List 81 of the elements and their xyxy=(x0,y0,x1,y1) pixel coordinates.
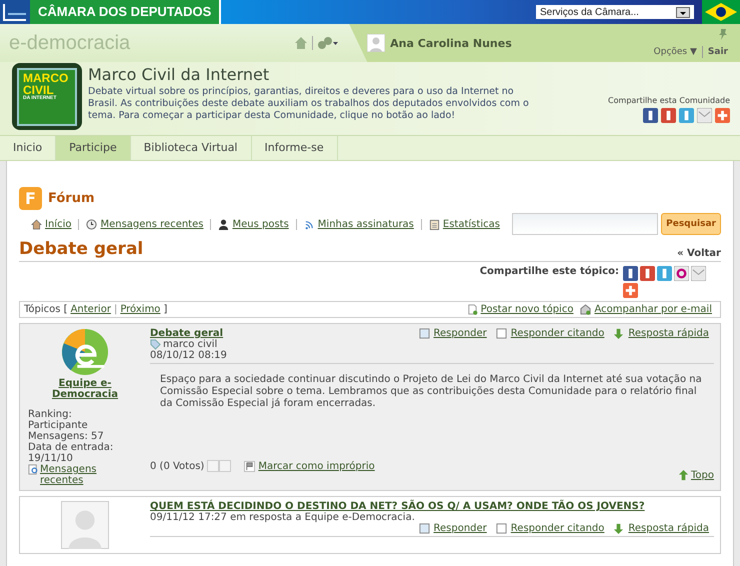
topics-label: Tópicos [ xyxy=(24,304,68,315)
report-link[interactable]: Marcar como impróprio xyxy=(258,460,375,472)
nav-tab[interactable]: Informe-se xyxy=(252,136,338,160)
post-tag: marco civil xyxy=(163,339,218,350)
default-avatar-icon xyxy=(61,501,109,549)
subscribe-link[interactable]: Acompanhar por e-mail xyxy=(594,304,712,315)
post-title[interactable]: QUEM ESTÁ DECIDINDO O DESTINO DA NET? SÃO OS Q/ A USAM? ONDE TÃO OS JOVENS? xyxy=(150,501,645,512)
post-title[interactable]: Debate geral xyxy=(150,328,224,339)
down-arrow-icon xyxy=(613,328,624,339)
share-label: Compartilhe esta Comunidade xyxy=(608,96,730,105)
bracket-text: ] xyxy=(163,304,168,315)
forum-title: Fórum xyxy=(48,191,94,206)
post-action-link[interactable]: Responder citando xyxy=(510,523,604,534)
community-avatar-icon xyxy=(61,328,109,376)
post-action-link[interactable]: Responder citando xyxy=(510,328,604,339)
share-icon[interactable] xyxy=(640,266,655,281)
nav-tab[interactable]: Biblioteca Virtual xyxy=(130,136,252,160)
email-icon[interactable] xyxy=(691,266,706,281)
share-icon[interactable] xyxy=(623,266,638,281)
rss-icon xyxy=(304,218,315,230)
pin-icon[interactable] xyxy=(718,28,728,40)
share-icon[interactable] xyxy=(661,108,676,123)
community-title: Marco Civil da Internet xyxy=(88,65,270,84)
envelope-icon xyxy=(580,304,592,315)
flag-icon xyxy=(244,460,256,472)
new-topic-link[interactable]: Postar novo tópico xyxy=(480,304,574,315)
clipboard-icon xyxy=(428,218,440,230)
user-name[interactable]: Ana Carolina Nunes xyxy=(390,36,654,50)
logo-text: CIVIL xyxy=(23,84,54,96)
forum-nav-link[interactable]: Mensagens recentes xyxy=(100,218,204,230)
search-button[interactable]: Pesquisar xyxy=(661,213,721,235)
home-icon[interactable] xyxy=(294,36,314,50)
search-field[interactable] xyxy=(512,213,658,235)
forum-nav-link[interactable]: Estatísticas xyxy=(442,218,500,230)
post-action-link[interactable]: Resposta rápida xyxy=(628,523,709,534)
quote-icon xyxy=(496,523,507,534)
community-description: Debate virtual sobre os princípios, garantias, direitos e deveres para o uso da Internet no Brasil. As contribuições deste debate auxiliam os trabalhos dos deputados envolvidos com o tema. Para começar a participar desta Comunidade, clique no botão ao lado! xyxy=(88,86,530,122)
person-icon xyxy=(218,218,230,230)
post-action-link[interactable]: Responder xyxy=(434,328,487,339)
camara-logo-icon xyxy=(0,0,30,24)
magnifier-icon xyxy=(28,464,39,475)
down-arrow-icon xyxy=(613,523,624,534)
forum-nav-link[interactable]: Minhas assinaturas xyxy=(318,218,414,230)
forum-logo: F xyxy=(19,187,42,210)
reply-icon xyxy=(418,523,430,534)
author-stats: Ranking: Participante Mensagens: 57 Data de entrada: 19/11/10 xyxy=(28,409,114,464)
separator-text: | xyxy=(114,304,118,315)
vote-count: 0 (0 Votos) xyxy=(150,460,204,472)
new-document-icon xyxy=(466,304,478,315)
share-icon[interactable] xyxy=(674,266,689,281)
recent-posts-link[interactable]: Mensagens recentes xyxy=(40,464,108,486)
tag-icon xyxy=(150,339,161,350)
post-action-link[interactable]: Resposta rápida xyxy=(628,328,709,339)
services-select[interactable]: Serviços da Câmara... xyxy=(536,5,694,19)
forum-nav-link[interactable]: Meus posts xyxy=(232,218,289,230)
flag-icon xyxy=(702,0,740,24)
share-topic-label: Compartilhe este tópico: xyxy=(480,266,619,279)
previous-link[interactable]: Anterior xyxy=(70,304,111,315)
clock-icon xyxy=(86,218,98,230)
top-link[interactable]: Topo xyxy=(691,470,714,481)
share-icon[interactable] xyxy=(643,108,658,123)
post-date: 08/10/12 08:19 xyxy=(150,350,227,361)
quote-icon xyxy=(496,328,507,339)
reply-icon xyxy=(418,328,430,339)
email-icon[interactable] xyxy=(697,108,712,123)
logout-link[interactable]: Sair xyxy=(708,47,728,57)
author-link[interactable]: Equipe e-Democracia xyxy=(50,378,120,400)
forum-nav-link[interactable]: Início xyxy=(45,218,72,230)
post-body: Espaço para a sociedade continuar discutindo o Projeto de Lei do Marco Civil da Internet até sua votação na Comissão Especial sobre o tema. Lembramos que as contribuições desta Comunidade para o relatório final da Comissão Especial já foram encerradas. xyxy=(159,373,703,411)
up-arrow-icon xyxy=(678,470,689,481)
next-link[interactable]: Próximo xyxy=(120,304,160,315)
options-menu[interactable]: Opções ▼ xyxy=(654,47,697,57)
logo-text: MARCO xyxy=(23,72,68,84)
post-meta: 09/11/12 17:27 em resposta a Equipe e-Democracia. xyxy=(150,512,416,523)
site-title[interactable]: CÂMARA DOS DEPUTADOS xyxy=(30,0,222,24)
nav-tab[interactable]: Participe xyxy=(56,136,131,160)
back-link[interactable]: « Voltar xyxy=(677,248,721,259)
home-icon xyxy=(31,218,42,230)
post-action-link[interactable]: Responder xyxy=(434,523,487,534)
network-icon[interactable] xyxy=(317,36,340,50)
thread-title: Debate geral xyxy=(19,239,144,259)
